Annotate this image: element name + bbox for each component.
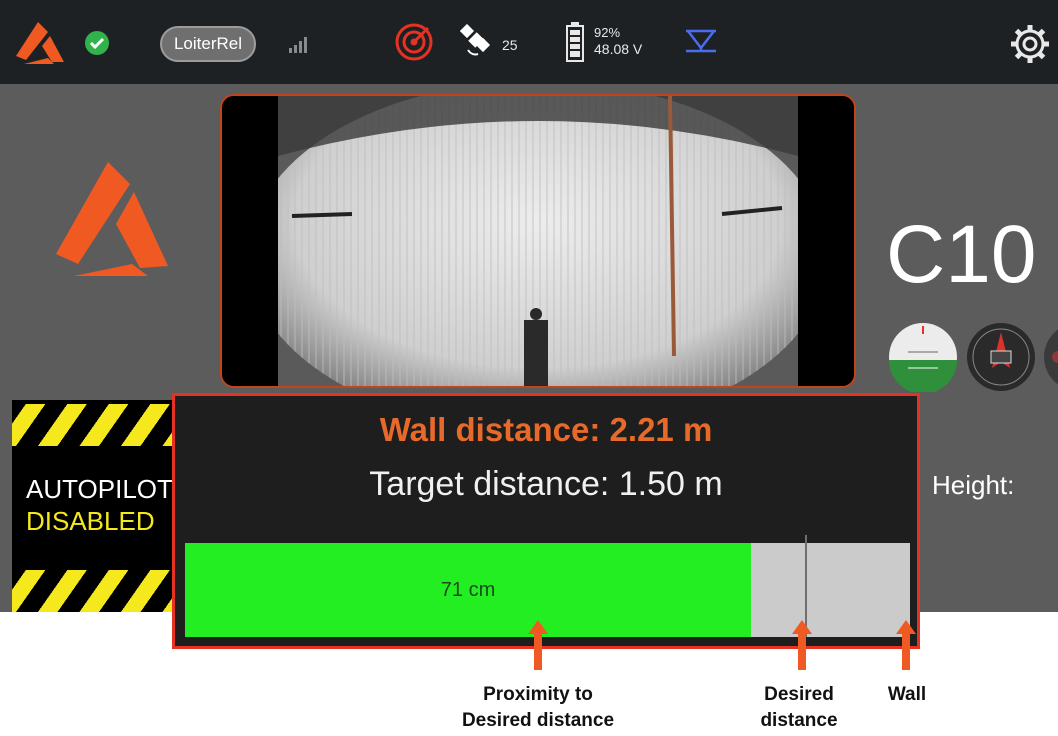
autopilot-label: AUTOPILOT	[26, 474, 173, 504]
proximity-callout: Proximity to Desired distance	[440, 682, 636, 734]
satellite-icon[interactable]	[460, 24, 494, 60]
hazard-stripes-top	[12, 404, 182, 446]
battery-percent: 92%	[594, 25, 621, 40]
proximity-arrow-icon	[528, 620, 548, 670]
compass-icon[interactable]	[966, 322, 1036, 392]
proximity-callout-line2: Desired distance	[461, 710, 615, 731]
proximity-value: 71 cm	[440, 579, 496, 601]
attitude-indicator-icon[interactable]	[888, 322, 958, 392]
signal-strength-icon[interactable]	[288, 34, 310, 54]
status-ok-icon[interactable]	[84, 30, 110, 56]
gimbal-link-icon[interactable]	[684, 28, 718, 54]
desired-distance-callout: Desired distance	[744, 682, 854, 734]
wall-arrow-icon	[896, 620, 916, 670]
radar-target-icon[interactable]	[394, 22, 434, 62]
autopilot-status-panel: AUTOPILOT DISABLED	[12, 400, 182, 612]
wall-proximity-panel: Wall distance: 2.21 m Target distance: 1…	[172, 393, 920, 649]
large-logo-icon	[52, 160, 172, 278]
instrument-icon[interactable]	[1044, 322, 1058, 392]
proximity-callout-line1: Proximity to	[483, 684, 593, 705]
flight-mode-selector[interactable]: LoiterRel	[160, 26, 256, 62]
battery-voltage: 48.08 V	[594, 41, 643, 57]
wall-distance-readout: Wall distance: 2.21 m	[379, 411, 713, 448]
hazard-stripes-bottom	[12, 570, 182, 612]
satellite-count: 25	[502, 37, 518, 53]
height-label: Height:	[932, 470, 1015, 500]
autopilot-state: DISABLED	[26, 506, 155, 536]
app-logo-icon[interactable]	[14, 20, 66, 66]
desired-callout-line2: distance	[760, 710, 838, 731]
battery-icon[interactable]	[566, 22, 584, 62]
settings-gear-icon[interactable]	[1008, 22, 1052, 66]
desired-arrow-icon	[792, 620, 812, 670]
camera-video-feed[interactable]	[220, 94, 856, 388]
wall-callout: Wall	[887, 684, 927, 705]
top-toolbar: LoiterRel 25 92% 48.08 V	[0, 0, 1058, 84]
target-distance-readout: Target distance: 1.50 m	[369, 465, 723, 503]
desired-callout-line1: Desired	[764, 684, 834, 705]
camera-label: C10	[886, 209, 1037, 300]
